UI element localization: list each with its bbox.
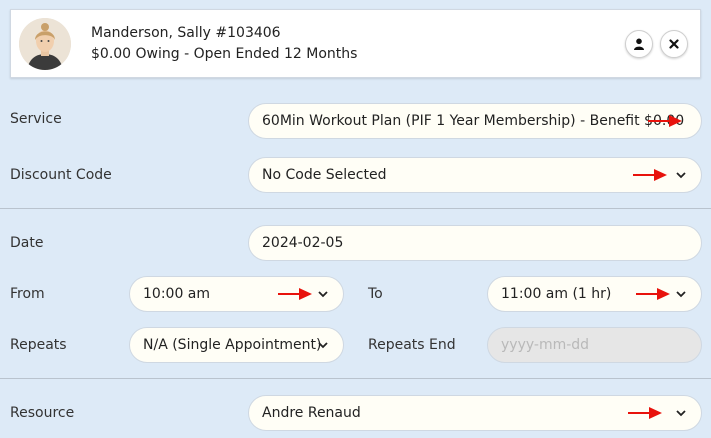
client-name: Manderson, Sally #103406: [91, 25, 281, 41]
client-avatar: [19, 18, 71, 70]
repeats-end-input[interactable]: yyyy-mm-dd: [487, 327, 702, 363]
red-arrow-icon: [636, 288, 670, 300]
to-time-select[interactable]: 11:00 am (1 hr): [487, 276, 702, 312]
resource-label: Resource: [10, 405, 75, 421]
section-divider: [0, 208, 711, 209]
resource-value: Andre Renaud: [262, 405, 361, 421]
repeats-end-placeholder: yyyy-mm-dd: [501, 337, 590, 353]
person-icon: [634, 38, 644, 50]
chevron-down-icon: [676, 410, 686, 417]
repeats-select[interactable]: N/A (Single Appointment): [129, 327, 344, 363]
discount-code-value: No Code Selected: [262, 167, 387, 183]
discount-code-label: Discount Code: [10, 167, 112, 183]
to-label: To: [368, 286, 383, 302]
repeats-label: Repeats: [10, 337, 67, 353]
red-arrow-icon: [628, 407, 662, 419]
client-balance-status: $0.00 Owing - Open Ended 12 Months: [91, 46, 358, 62]
repeats-end-label: Repeats End: [368, 337, 456, 353]
from-label: From: [10, 286, 45, 302]
chevron-down-icon: [676, 291, 686, 298]
close-button[interactable]: [660, 30, 688, 58]
chevron-down-icon: [676, 172, 686, 179]
client-card: Manderson, Sally #103406 $0.00 Owing - O…: [10, 9, 701, 78]
from-time-value: 10:00 am: [143, 286, 211, 302]
service-label: Service: [10, 111, 62, 127]
from-time-select[interactable]: 10:00 am: [129, 276, 344, 312]
date-input[interactable]: 2024-02-05: [248, 225, 702, 261]
to-time-value: 11:00 am (1 hr): [501, 286, 612, 302]
repeats-value: N/A (Single Appointment): [143, 337, 322, 353]
red-arrow-icon: [648, 115, 682, 127]
red-arrow-icon: [633, 169, 667, 181]
resource-select[interactable]: Andre Renaud: [248, 395, 702, 431]
client-profile-button[interactable]: [625, 30, 653, 58]
chevron-down-icon: [318, 342, 328, 349]
close-icon: [669, 39, 679, 49]
discount-code-select[interactable]: No Code Selected: [248, 157, 702, 193]
date-value: 2024-02-05: [262, 235, 344, 251]
service-value: 60Min Workout Plan (PIF 1 Year Membershi…: [262, 113, 685, 129]
service-select[interactable]: 60Min Workout Plan (PIF 1 Year Membershi…: [248, 103, 702, 139]
date-label: Date: [10, 235, 44, 251]
section-divider: [0, 378, 711, 379]
red-arrow-icon: [278, 288, 312, 300]
chevron-down-icon: [318, 291, 328, 298]
